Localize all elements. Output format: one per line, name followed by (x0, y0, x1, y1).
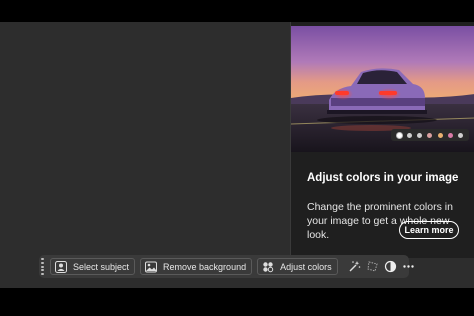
color-dots-icon (262, 261, 274, 273)
select-subject-button[interactable]: Select subject (50, 258, 136, 275)
learn-more-button[interactable]: Learn more (399, 221, 459, 239)
remove-background-label: Remove background (163, 261, 247, 272)
contrast-icon[interactable] (384, 258, 397, 275)
person-icon (55, 260, 67, 273)
preview-image (291, 26, 474, 152)
mini-color-toolbar (391, 129, 469, 141)
color-swatch-icon (448, 132, 454, 138)
select-subject-label: Select subject (73, 261, 130, 272)
magic-wand-icon[interactable] (348, 258, 361, 275)
adjust-colors-info-card: Adjust colors in your image Change the p… (290, 22, 474, 258)
drag-handle-icon[interactable] (41, 258, 44, 275)
color-swatch-icon (396, 132, 402, 138)
adjust-colors-label: Adjust colors (280, 261, 332, 272)
color-swatch-icon (427, 132, 433, 138)
top-black-bar (0, 0, 474, 22)
lasso-icon[interactable] (366, 258, 379, 275)
color-swatch-icon (437, 132, 443, 138)
color-swatch-icon (458, 132, 464, 138)
color-swatch-icon (417, 132, 423, 138)
card-title: Adjust colors in your image (307, 172, 459, 184)
remove-background-button[interactable]: Remove background (140, 258, 253, 275)
color-swatch-icon (406, 132, 412, 138)
adjust-colors-button[interactable]: Adjust colors (257, 258, 338, 275)
image-icon (145, 261, 158, 273)
bottom-black-bar (0, 288, 474, 316)
more-icon[interactable] (402, 258, 415, 275)
contextual-taskbar: Select subject Remove background Adjust … (39, 255, 414, 278)
